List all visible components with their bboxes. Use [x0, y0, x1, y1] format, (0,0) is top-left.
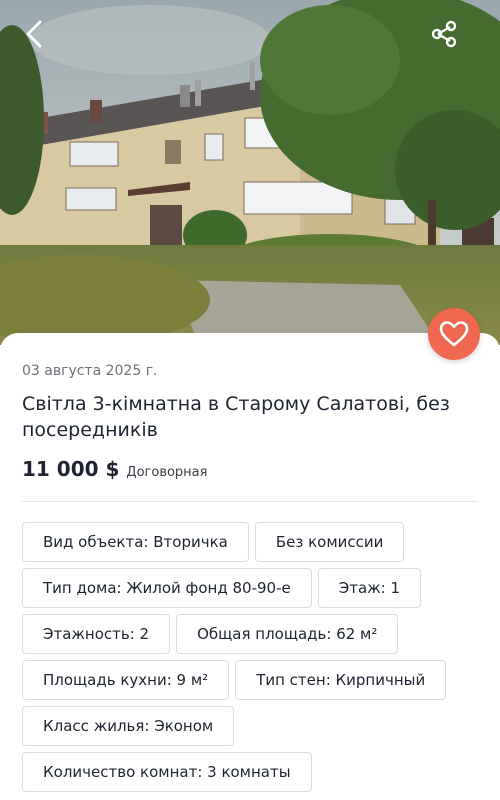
feature-chips: Вид объекта: Вторичка Без комиссии Тип д… — [22, 522, 478, 792]
back-button[interactable] — [14, 14, 54, 54]
listing-date: 03 августа 2025 г. — [22, 363, 158, 379]
feature-chip-housing-class: Класс жилья: Эконом — [22, 706, 235, 746]
feature-chip-house-type: Тип дома: Жилой фонд 80-90-е — [22, 568, 312, 608]
listing-details: 03 августа 2025 г. Світла 3-кімнатна в С… — [0, 333, 500, 800]
favorite-button[interactable] — [428, 308, 480, 360]
listing-photo[interactable] — [0, 0, 500, 345]
chevron-left-icon — [26, 20, 42, 48]
feature-chip-no-commission: Без комиссии — [254, 522, 405, 562]
feature-chip-kitchen-area: Площадь кухни: 9 м² — [22, 660, 230, 700]
price-negotiable-label: Договорная — [126, 465, 208, 480]
feature-chip-wall-type: Тип стен: Кирпичный — [235, 660, 447, 700]
listing-title: Світла 3-кімнатна в Старому Салатові, бе… — [22, 393, 450, 441]
share-button[interactable] — [424, 14, 464, 54]
price: 11 000 $ — [22, 457, 120, 481]
feature-chip-floors-total: Этажность: 2 — [22, 614, 171, 654]
heart-icon — [439, 321, 469, 347]
feature-chip-rooms: Количество комнат: 3 комнаты — [22, 752, 312, 792]
feature-chip-total-area: Общая площадь: 62 м² — [176, 614, 399, 654]
feature-chip-floor: Этаж: 1 — [317, 568, 422, 608]
feature-chip-object-type: Вид объекта: Вторичка — [22, 522, 249, 562]
share-icon — [431, 20, 457, 48]
price-row: 11 000 $ Договорная — [22, 457, 478, 502]
